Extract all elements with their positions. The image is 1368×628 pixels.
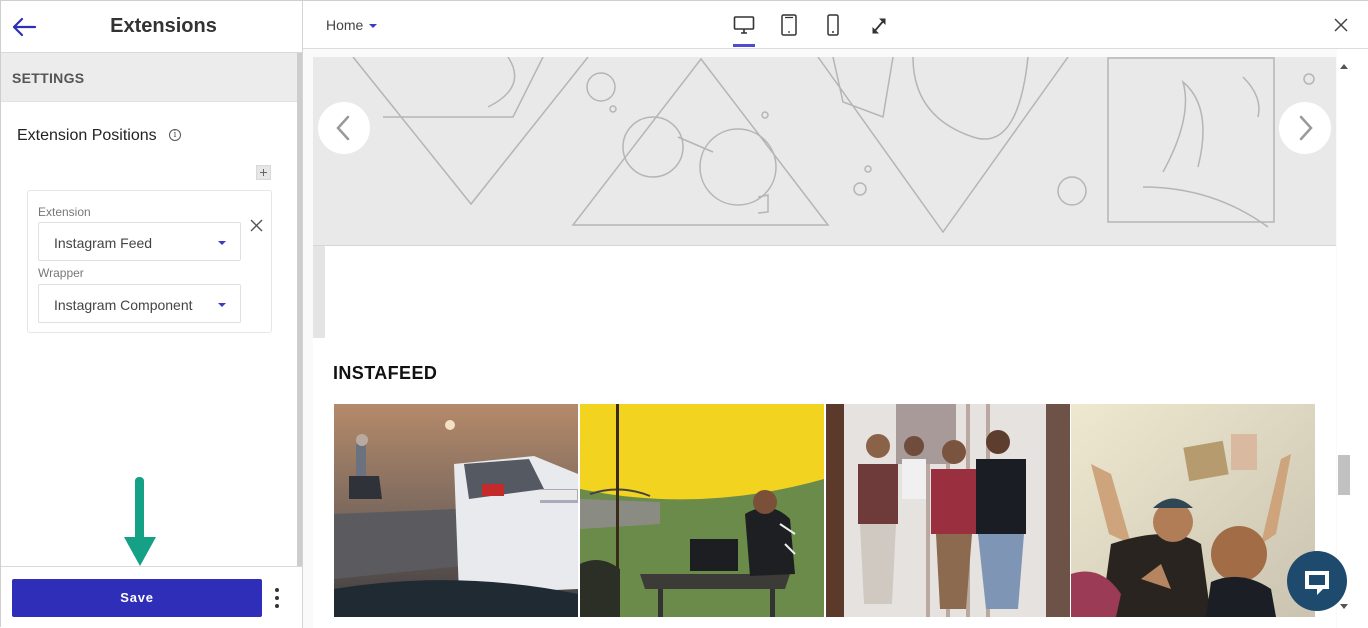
wrapper-select[interactable]: Instagram Component bbox=[38, 284, 241, 323]
extensions-panel: Extensions SETTINGS Extension Positions … bbox=[1, 1, 303, 628]
chat-bubble-icon bbox=[1305, 571, 1329, 595]
wrapper-label: Wrapper bbox=[38, 266, 84, 280]
arrow-down-annotation-icon bbox=[124, 477, 156, 566]
section-spacer bbox=[313, 246, 1336, 338]
slider-illustration bbox=[352, 57, 1315, 234]
back-arrow-icon[interactable] bbox=[11, 15, 37, 39]
preview-toolbar: Home bbox=[303, 1, 1368, 49]
instafeed-title: INSTAFEED bbox=[333, 363, 438, 383]
section-edge bbox=[313, 246, 325, 338]
desktop-icon[interactable] bbox=[733, 13, 755, 37]
rainy-road-photo[interactable] bbox=[334, 404, 578, 617]
chevron-left-icon bbox=[336, 115, 350, 141]
slider-prev-button[interactable] bbox=[318, 102, 370, 154]
active-device-indicator bbox=[733, 44, 755, 47]
chevron-down-icon bbox=[369, 24, 378, 28]
settings-section-header[interactable]: SETTINGS bbox=[1, 53, 297, 102]
more-options-icon[interactable] bbox=[271, 588, 283, 610]
extension-position-card: Extension Instagram Feed Wrapper Instagr… bbox=[27, 190, 272, 333]
extension-select[interactable]: Instagram Feed bbox=[38, 222, 241, 261]
add-position-button[interactable] bbox=[256, 165, 271, 180]
page-select[interactable]: Home bbox=[326, 17, 378, 33]
slider-next-button[interactable] bbox=[1279, 102, 1331, 154]
chevron-down-icon bbox=[218, 241, 226, 245]
selfie-photo[interactable] bbox=[1071, 404, 1315, 617]
chevron-down-icon bbox=[218, 303, 226, 307]
fullscreen-icon[interactable] bbox=[870, 13, 888, 37]
chevron-right-icon bbox=[1299, 115, 1313, 141]
mobile-icon[interactable] bbox=[826, 13, 840, 37]
instafeed-section: INSTAFEED bbox=[313, 338, 1336, 628]
extension-positions-title: Extension Positions bbox=[17, 127, 157, 144]
group-of-friends-photo[interactable] bbox=[826, 404, 1070, 617]
save-button[interactable]: Save bbox=[12, 579, 262, 617]
page-select-value: Home bbox=[326, 17, 364, 33]
extension-value: Instagram Feed bbox=[54, 235, 153, 251]
panel-footer: Save bbox=[1, 566, 302, 628]
panel-scrollbar[interactable] bbox=[297, 53, 302, 568]
site-preview: INSTAFEED bbox=[303, 49, 1337, 628]
remove-position-icon[interactable] bbox=[250, 219, 263, 232]
close-icon[interactable] bbox=[1333, 17, 1349, 33]
scroll-up-icon[interactable] bbox=[1340, 64, 1348, 69]
extension-label: Extension bbox=[38, 205, 91, 219]
app-window: Extensions SETTINGS Extension Positions … bbox=[0, 0, 1368, 628]
panel-header: Extensions bbox=[1, 1, 302, 53]
chat-launcher-button[interactable] bbox=[1287, 551, 1347, 611]
settings-label: SETTINGS bbox=[12, 70, 85, 86]
hero-slider bbox=[313, 57, 1336, 246]
info-icon[interactable]: i bbox=[169, 129, 181, 141]
panel-title: Extensions bbox=[110, 15, 217, 37]
preview-scrollbar[interactable] bbox=[1337, 49, 1368, 628]
scrollbar-thumb[interactable] bbox=[1338, 455, 1350, 495]
tablet-icon[interactable] bbox=[780, 13, 798, 37]
yellow-tent-photo[interactable] bbox=[580, 404, 824, 617]
wrapper-value: Instagram Component bbox=[54, 297, 193, 313]
